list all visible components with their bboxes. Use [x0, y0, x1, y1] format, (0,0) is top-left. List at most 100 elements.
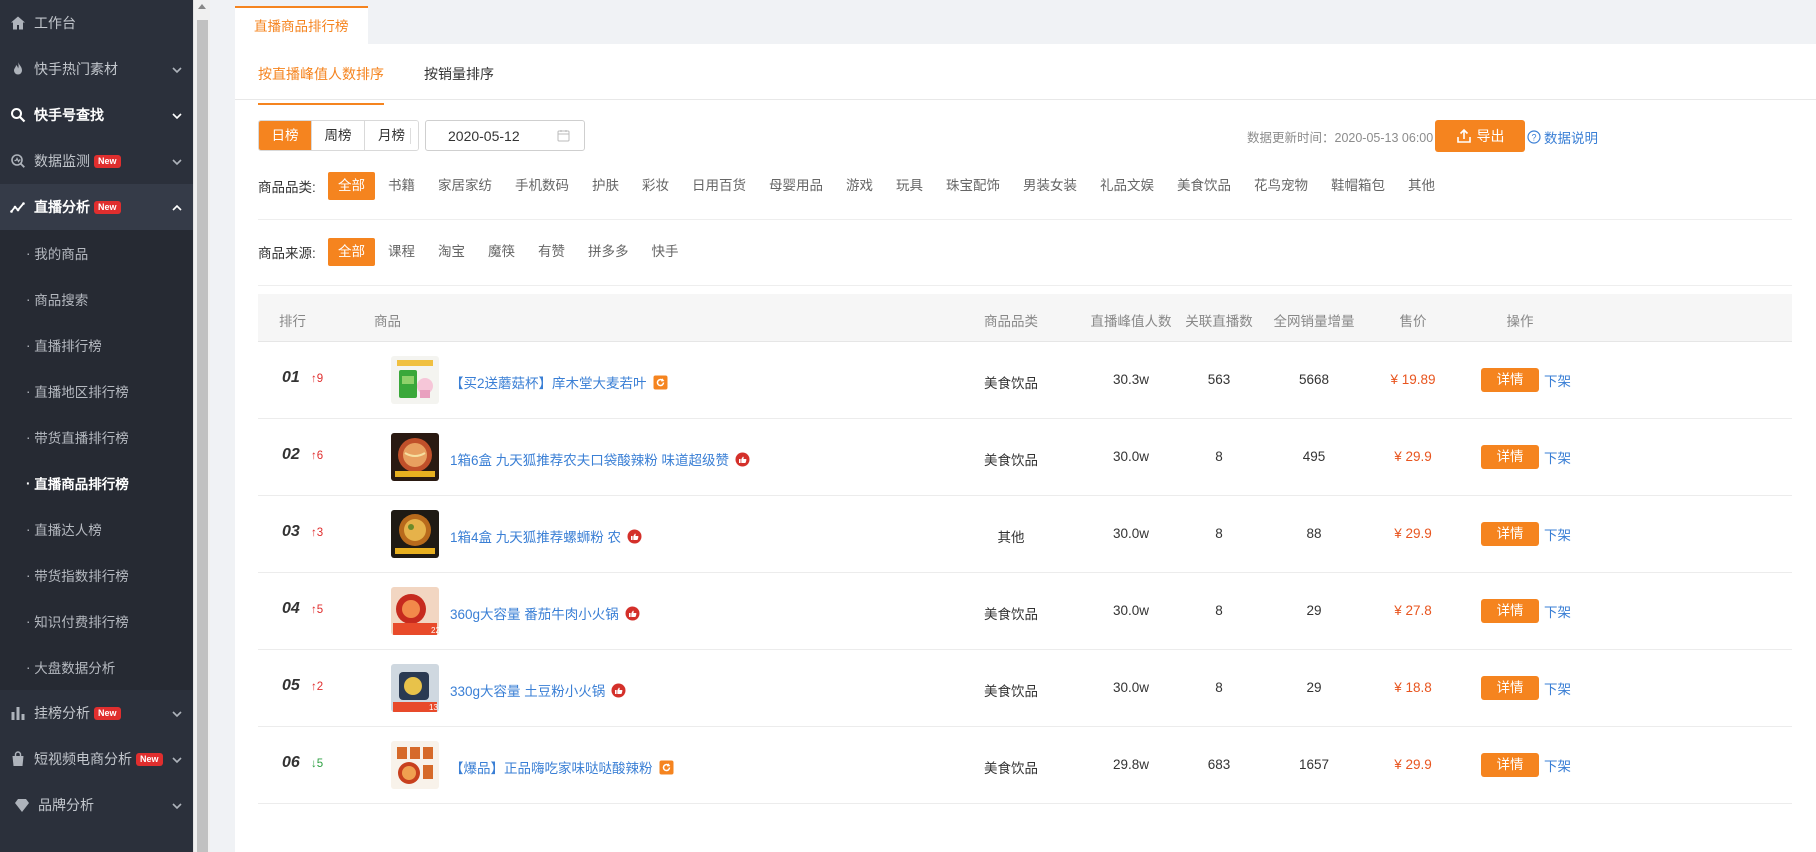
sub-item-label: 带货直播排行榜: [34, 431, 129, 446]
detail-button[interactable]: 详情: [1481, 753, 1539, 777]
help-label: 数据说明: [1544, 131, 1598, 146]
tab-sort-by-sales[interactable]: 按销量排序: [424, 64, 494, 84]
category-option[interactable]: 彩妆: [632, 172, 679, 200]
offshelf-link[interactable]: 下架: [1544, 524, 1571, 544]
data-help-link[interactable]: ? 数据说明: [1527, 127, 1598, 147]
related-streams: 563: [1207, 372, 1231, 387]
table-row: 05 ↑2 13. 330g大容量 土豆粉小火锅 美食饮品 30.0w 8 29 ¥ 18.8 详…: [258, 650, 1792, 727]
category-option[interactable]: 礼品文娱: [1090, 172, 1164, 200]
category-option[interactable]: 花鸟宠物: [1244, 172, 1318, 200]
sub-item-market-analysis[interactable]: · 大盘数据分析: [0, 644, 193, 690]
tab-live-product-ranking[interactable]: 直播商品排行榜: [235, 6, 368, 44]
sub-item-live-product-ranking[interactable]: · 直播商品排行榜: [0, 460, 193, 506]
sub-item-region-ranking[interactable]: · 直播地区排行榜: [0, 368, 193, 414]
offshelf-link[interactable]: 下架: [1544, 678, 1571, 698]
question-circle-icon: ?: [1527, 130, 1541, 144]
source-option[interactable]: 有赞: [528, 238, 575, 266]
thumb-tag-icon: [735, 452, 750, 467]
product-thumbnail[interactable]: 22.: [391, 587, 439, 635]
sub-item-my-products[interactable]: · 我的商品: [0, 230, 193, 276]
category-option[interactable]: 男装女装: [1013, 172, 1087, 200]
sub-item-sales-live-ranking[interactable]: · 带货直播排行榜: [0, 414, 193, 460]
category-option[interactable]: 美食饮品: [1167, 172, 1241, 200]
ranking-table: 排行 商品 商品品类 直播峰值人数 关联直播数 全网销量增量 售价 操作 01 ↑…: [258, 294, 1792, 804]
category-option[interactable]: 护肤: [582, 172, 629, 200]
product-thumbnail[interactable]: [391, 433, 439, 481]
offshelf-link[interactable]: 下架: [1544, 447, 1571, 467]
nav-item-brand-analysis[interactable]: 品牌分析: [0, 782, 193, 828]
source-option[interactable]: 课程: [378, 238, 425, 266]
category-option[interactable]: 其他: [1398, 172, 1445, 200]
related-streams: 8: [1215, 449, 1223, 464]
detail-button[interactable]: 详情: [1481, 445, 1539, 469]
scrollbar-thumb[interactable]: [197, 20, 208, 852]
rank-number: 04: [282, 600, 300, 617]
sidebar-scrollbar[interactable]: [193, 0, 210, 852]
category-option[interactable]: 鞋帽箱包: [1321, 172, 1395, 200]
source-options: 全部 课程 淘宝 魔筷 有赞 拼多多 快手: [328, 238, 692, 266]
trend-icon: [10, 199, 26, 215]
nav-item-account-search[interactable]: 快手号查找: [0, 92, 193, 138]
detail-button[interactable]: 详情: [1481, 676, 1539, 700]
related-streams: 8: [1215, 680, 1223, 695]
nav-item-workbench[interactable]: 工作台: [0, 0, 193, 46]
range-day-button[interactable]: 日榜: [259, 121, 312, 150]
nav-item-hot-materials[interactable]: 快手热门素材: [0, 46, 193, 92]
category-option[interactable]: 书籍: [378, 172, 425, 200]
nav-item-live-analysis[interactable]: 直播分析 New: [0, 184, 193, 230]
detail-button[interactable]: 详情: [1481, 522, 1539, 546]
price: ¥ 29.9: [1394, 757, 1432, 772]
nav-item-list-analysis[interactable]: 挂榜分析 New: [0, 690, 193, 736]
date-picker[interactable]: 2020-05-12: [425, 120, 585, 151]
product-thumbnail[interactable]: 13.: [391, 664, 439, 712]
peak-viewers: 30.0w: [1112, 449, 1150, 464]
category-option[interactable]: 全部: [328, 172, 375, 200]
product-name-link[interactable]: 360g大容量 番茄牛肉小火锅: [450, 603, 640, 623]
rank-number: 03: [282, 523, 300, 540]
category-option[interactable]: 家居家纺: [428, 172, 502, 200]
price: ¥ 29.9: [1394, 449, 1432, 464]
product-thumbnail[interactable]: [391, 356, 439, 404]
category-option[interactable]: 手机数码: [505, 172, 579, 200]
product-name-link[interactable]: 1箱4盒 九天狐推荐螺蛳粉 农: [450, 526, 642, 546]
offshelf-link[interactable]: 下架: [1544, 601, 1571, 621]
source-option[interactable]: 拼多多: [578, 238, 639, 266]
detail-button[interactable]: 详情: [1481, 599, 1539, 623]
product-thumbnail[interactable]: [391, 510, 439, 558]
sub-item-influencer-ranking[interactable]: · 直播达人榜: [0, 506, 193, 552]
category-option[interactable]: 玩具: [886, 172, 933, 200]
product-name-link[interactable]: 【爆品】正品嗨吃家味哒哒酸辣粉: [450, 757, 674, 777]
svg-text:13.: 13.: [429, 703, 439, 712]
category-option[interactable]: 母婴用品: [759, 172, 833, 200]
range-week-button[interactable]: 周榜: [312, 121, 365, 150]
sales-increase: 5668: [1298, 372, 1330, 387]
sub-item-live-ranking[interactable]: · 直播排行榜: [0, 322, 193, 368]
offshelf-link[interactable]: 下架: [1544, 370, 1571, 390]
source-option[interactable]: 快手: [642, 238, 689, 266]
category-option[interactable]: 游戏: [836, 172, 883, 200]
sub-item-sales-index-ranking[interactable]: · 带货指数排行榜: [0, 552, 193, 598]
new-badge: New: [94, 154, 121, 168]
nav-item-label: 工作台: [34, 15, 76, 31]
category-option[interactable]: 珠宝配饰: [936, 172, 1010, 200]
export-button[interactable]: 导出: [1435, 120, 1525, 152]
page-tabs: 直播商品排行榜: [235, 6, 368, 44]
nav-item-data-monitor[interactable]: 数据监测 New: [0, 138, 193, 184]
chevron-down-icon: [171, 707, 183, 719]
tab-sort-by-peak[interactable]: 按直播峰值人数排序: [258, 64, 384, 105]
product-name-link[interactable]: 1箱6盒 九天狐推荐农夫口袋酸辣粉 味道超级赞: [450, 449, 750, 469]
category-option[interactable]: 日用百货: [682, 172, 756, 200]
nav-item-short-video-ecommerce[interactable]: 短视频电商分析 New: [0, 736, 193, 782]
source-option[interactable]: 全部: [328, 238, 375, 266]
source-option[interactable]: 淘宝: [428, 238, 475, 266]
source-option[interactable]: 魔筷: [478, 238, 525, 266]
offshelf-link[interactable]: 下架: [1544, 755, 1571, 775]
product-thumbnail[interactable]: [391, 741, 439, 789]
product-name-link[interactable]: 330g大容量 土豆粉小火锅: [450, 680, 626, 700]
sub-item-paid-knowledge-ranking[interactable]: · 知识付费排行榜: [0, 598, 193, 644]
product-name-link[interactable]: 【买2送蘑菇杯】庠木堂大麦若叶: [450, 372, 668, 392]
scroll-up-arrow-icon[interactable]: [198, 4, 206, 9]
related-streams: 8: [1215, 603, 1223, 618]
detail-button[interactable]: 详情: [1481, 368, 1539, 392]
sub-item-product-search[interactable]: · 商品搜索: [0, 276, 193, 322]
